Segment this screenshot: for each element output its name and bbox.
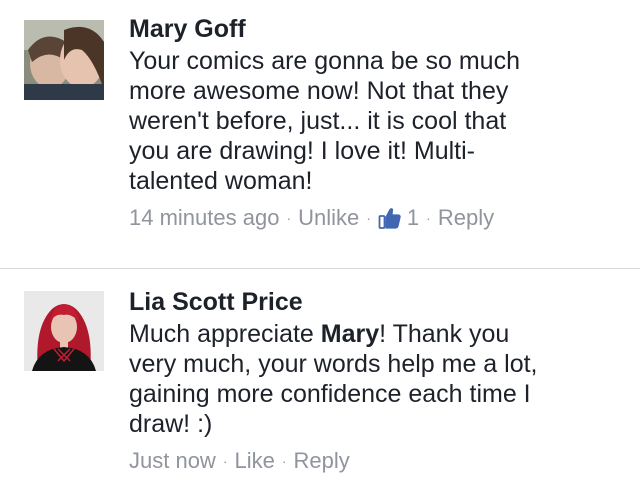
unlike-link[interactable]: Unlike xyxy=(298,204,359,232)
comment-text: Your comics are gonna be so much more aw… xyxy=(129,47,520,195)
avatar[interactable] xyxy=(24,20,104,100)
like-link[interactable]: Like xyxy=(235,447,275,475)
comment-text-before: Much appreciate xyxy=(129,320,321,348)
like-count[interactable]: 1 xyxy=(407,204,419,232)
separator: · xyxy=(366,210,371,226)
reply-link[interactable]: Reply xyxy=(438,204,494,232)
comment-lia-scott-price: Lia Scott Price Much appreciate Mary! Th… xyxy=(0,269,640,490)
comment-meta: Just now · Like · Reply xyxy=(129,447,629,475)
comment-text: Much appreciate Mary! Thank you very muc… xyxy=(129,319,629,439)
avatar[interactable] xyxy=(24,291,104,371)
comment-timestamp[interactable]: Just now xyxy=(129,447,216,475)
separator: · xyxy=(286,210,292,226)
profile-photo-icon xyxy=(24,291,104,371)
reply-link[interactable]: Reply xyxy=(294,447,350,475)
comment-author[interactable]: Mary Goff xyxy=(129,14,629,44)
comment-body: Lia Scott Price Much appreciate Mary! Th… xyxy=(129,287,629,475)
comment-body: Mary Goff Your comics are gonna be so mu… xyxy=(129,14,629,232)
separator: · xyxy=(426,210,431,226)
profile-photo-icon xyxy=(24,20,104,100)
separator: · xyxy=(222,453,228,469)
mention-link[interactable]: Mary xyxy=(321,320,379,348)
comment-timestamp[interactable]: 14 minutes ago xyxy=(129,204,279,232)
comment-meta: 14 minutes ago · Unlike · 1 · Reply xyxy=(129,204,629,232)
comment-author[interactable]: Lia Scott Price xyxy=(129,287,629,317)
separator: · xyxy=(281,453,287,469)
comment-mary-goff: Mary Goff Your comics are gonna be so mu… xyxy=(0,0,640,268)
thumbs-up-icon[interactable] xyxy=(378,206,402,230)
